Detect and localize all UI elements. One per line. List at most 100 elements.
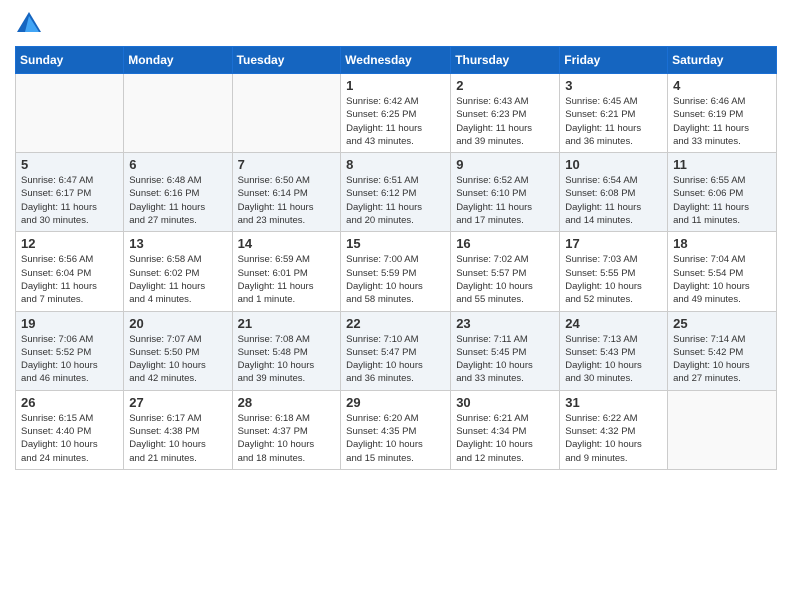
- calendar-week-row: 19 Sunrise: 7:06 AM Sunset: 5:52 PM Dayli…: [16, 311, 777, 390]
- logo-icon: [15, 10, 43, 38]
- calendar-cell: [124, 74, 232, 153]
- day-number: 22: [346, 316, 445, 331]
- calendar-header-tuesday: Tuesday: [232, 47, 341, 74]
- header: [15, 10, 777, 38]
- calendar-cell: 25Sunrise: 7:14 AM Sunset: 5:42 PM Dayli…: [668, 311, 777, 390]
- logo: [15, 10, 47, 38]
- calendar-cell: 24Sunrise: 7:13 AM Sunset: 5:43 PM Dayli…: [560, 311, 668, 390]
- calendar-cell: [668, 390, 777, 469]
- day-number: 17: [565, 236, 662, 251]
- calendar-cell: [16, 74, 124, 153]
- calendar-week-row: 5 Sunrise: 6:47 AM Sunset: 6:17 PM Daylig…: [16, 153, 777, 232]
- calendar-cell: 8 Sunrise: 6:51 AM Sunset: 6:12 PM Daylig…: [341, 153, 451, 232]
- day-number: 30: [456, 395, 554, 410]
- day-info: Sunrise: 6:46 AM Sunset: 6:19 PM Dayligh…: [673, 95, 771, 148]
- day-number: 20: [129, 316, 226, 331]
- calendar-cell: 6Sunrise: 6:48 AM Sunset: 6:16 PM Daylig…: [124, 153, 232, 232]
- calendar-cell: 13 Sunrise: 6:58 AM Sunset: 6:02 PM Dayli…: [124, 232, 232, 311]
- day-number: 16: [456, 236, 554, 251]
- day-info: Sunrise: 6:20 AM Sunset: 4:35 PM Dayligh…: [346, 412, 445, 465]
- calendar-cell: 7 Sunrise: 6:50 AM Sunset: 6:14 PM Daylig…: [232, 153, 341, 232]
- day-number: 5: [21, 157, 118, 172]
- day-info: Sunrise: 6:48 AM Sunset: 6:16 PM Dayligh…: [129, 174, 226, 227]
- day-number: 4: [673, 78, 771, 93]
- day-number: 18: [673, 236, 771, 251]
- day-info: Sunrise: 6:50 AM Sunset: 6:14 PM Dayligh…: [238, 174, 336, 227]
- day-number: 31: [565, 395, 662, 410]
- calendar-cell: 26 Sunrise: 6:15 AM Sunset: 4:40 PM Dayli…: [16, 390, 124, 469]
- day-info: Sunrise: 6:54 AM Sunset: 6:08 PM Dayligh…: [565, 174, 662, 227]
- day-number: 9: [456, 157, 554, 172]
- calendar-cell: 21 Sunrise: 7:08 AM Sunset: 5:48 PM Dayli…: [232, 311, 341, 390]
- calendar-cell: 10 Sunrise: 6:54 AM Sunset: 6:08 PM Dayli…: [560, 153, 668, 232]
- calendar-cell: 9 Sunrise: 6:52 AM Sunset: 6:10 PM Daylig…: [451, 153, 560, 232]
- calendar-header-saturday: Saturday: [668, 47, 777, 74]
- day-number: 21: [238, 316, 336, 331]
- day-number: 8: [346, 157, 445, 172]
- day-info: Sunrise: 7:08 AM Sunset: 5:48 PM Dayligh…: [238, 333, 336, 386]
- day-info: Sunrise: 6:17 AM Sunset: 4:38 PM Dayligh…: [129, 412, 226, 465]
- day-info: Sunrise: 6:55 AM Sunset: 6:06 PM Dayligh…: [673, 174, 771, 227]
- day-info: Sunrise: 6:51 AM Sunset: 6:12 PM Dayligh…: [346, 174, 445, 227]
- day-info: Sunrise: 7:10 AM Sunset: 5:47 PM Dayligh…: [346, 333, 445, 386]
- day-number: 7: [238, 157, 336, 172]
- day-info: Sunrise: 6:52 AM Sunset: 6:10 PM Dayligh…: [456, 174, 554, 227]
- day-number: 3: [565, 78, 662, 93]
- calendar-cell: 12 Sunrise: 6:56 AM Sunset: 6:04 PM Dayli…: [16, 232, 124, 311]
- day-info: Sunrise: 7:00 AM Sunset: 5:59 PM Dayligh…: [346, 253, 445, 306]
- day-info: Sunrise: 6:18 AM Sunset: 4:37 PM Dayligh…: [238, 412, 336, 465]
- calendar-cell: 11Sunrise: 6:55 AM Sunset: 6:06 PM Dayli…: [668, 153, 777, 232]
- calendar-cell: 18Sunrise: 7:04 AM Sunset: 5:54 PM Dayli…: [668, 232, 777, 311]
- day-number: 26: [21, 395, 118, 410]
- day-info: Sunrise: 7:06 AM Sunset: 5:52 PM Dayligh…: [21, 333, 118, 386]
- day-info: Sunrise: 6:22 AM Sunset: 4:32 PM Dayligh…: [565, 412, 662, 465]
- calendar-week-row: 1 Sunrise: 6:42 AM Sunset: 6:25 PM Daylig…: [16, 74, 777, 153]
- page-container: SundayMondayTuesdayWednesdayThursdayFrid…: [0, 0, 792, 485]
- day-info: Sunrise: 6:45 AM Sunset: 6:21 PM Dayligh…: [565, 95, 662, 148]
- calendar-cell: 30 Sunrise: 6:21 AM Sunset: 4:34 PM Dayli…: [451, 390, 560, 469]
- day-number: 15: [346, 236, 445, 251]
- day-number: 10: [565, 157, 662, 172]
- calendar-cell: [232, 74, 341, 153]
- day-number: 29: [346, 395, 445, 410]
- calendar-cell: 29 Sunrise: 6:20 AM Sunset: 4:35 PM Dayli…: [341, 390, 451, 469]
- day-info: Sunrise: 7:14 AM Sunset: 5:42 PM Dayligh…: [673, 333, 771, 386]
- day-info: Sunrise: 6:15 AM Sunset: 4:40 PM Dayligh…: [21, 412, 118, 465]
- day-info: Sunrise: 7:11 AM Sunset: 5:45 PM Dayligh…: [456, 333, 554, 386]
- day-info: Sunrise: 6:59 AM Sunset: 6:01 PM Dayligh…: [238, 253, 336, 306]
- calendar-cell: 19 Sunrise: 7:06 AM Sunset: 5:52 PM Dayli…: [16, 311, 124, 390]
- calendar-cell: 1 Sunrise: 6:42 AM Sunset: 6:25 PM Daylig…: [341, 74, 451, 153]
- calendar-cell: 15 Sunrise: 7:00 AM Sunset: 5:59 PM Dayli…: [341, 232, 451, 311]
- calendar-header-row: SundayMondayTuesdayWednesdayThursdayFrid…: [16, 47, 777, 74]
- calendar-cell: 4 Sunrise: 6:46 AM Sunset: 6:19 PM Daylig…: [668, 74, 777, 153]
- calendar-header-sunday: Sunday: [16, 47, 124, 74]
- day-info: Sunrise: 7:07 AM Sunset: 5:50 PM Dayligh…: [129, 333, 226, 386]
- calendar-header-monday: Monday: [124, 47, 232, 74]
- day-info: Sunrise: 7:02 AM Sunset: 5:57 PM Dayligh…: [456, 253, 554, 306]
- calendar-cell: 5 Sunrise: 6:47 AM Sunset: 6:17 PM Daylig…: [16, 153, 124, 232]
- day-info: Sunrise: 6:56 AM Sunset: 6:04 PM Dayligh…: [21, 253, 118, 306]
- day-number: 19: [21, 316, 118, 331]
- day-number: 1: [346, 78, 445, 93]
- calendar-header-thursday: Thursday: [451, 47, 560, 74]
- day-info: Sunrise: 6:21 AM Sunset: 4:34 PM Dayligh…: [456, 412, 554, 465]
- calendar-header-wednesday: Wednesday: [341, 47, 451, 74]
- calendar-cell: 23Sunrise: 7:11 AM Sunset: 5:45 PM Dayli…: [451, 311, 560, 390]
- calendar-cell: 3 Sunrise: 6:45 AM Sunset: 6:21 PM Daylig…: [560, 74, 668, 153]
- calendar-cell: 16 Sunrise: 7:02 AM Sunset: 5:57 PM Dayli…: [451, 232, 560, 311]
- day-number: 28: [238, 395, 336, 410]
- calendar-cell: 2 Sunrise: 6:43 AM Sunset: 6:23 PM Daylig…: [451, 74, 560, 153]
- day-number: 13: [129, 236, 226, 251]
- day-number: 2: [456, 78, 554, 93]
- calendar-cell: 14Sunrise: 6:59 AM Sunset: 6:01 PM Dayli…: [232, 232, 341, 311]
- day-info: Sunrise: 6:42 AM Sunset: 6:25 PM Dayligh…: [346, 95, 445, 148]
- calendar-cell: 17 Sunrise: 7:03 AM Sunset: 5:55 PM Dayli…: [560, 232, 668, 311]
- day-info: Sunrise: 6:47 AM Sunset: 6:17 PM Dayligh…: [21, 174, 118, 227]
- day-info: Sunrise: 6:43 AM Sunset: 6:23 PM Dayligh…: [456, 95, 554, 148]
- day-info: Sunrise: 7:03 AM Sunset: 5:55 PM Dayligh…: [565, 253, 662, 306]
- calendar-cell: 22 Sunrise: 7:10 AM Sunset: 5:47 PM Dayli…: [341, 311, 451, 390]
- calendar-week-row: 26 Sunrise: 6:15 AM Sunset: 4:40 PM Dayli…: [16, 390, 777, 469]
- calendar-table: SundayMondayTuesdayWednesdayThursdayFrid…: [15, 46, 777, 470]
- day-number: 12: [21, 236, 118, 251]
- day-info: Sunrise: 6:58 AM Sunset: 6:02 PM Dayligh…: [129, 253, 226, 306]
